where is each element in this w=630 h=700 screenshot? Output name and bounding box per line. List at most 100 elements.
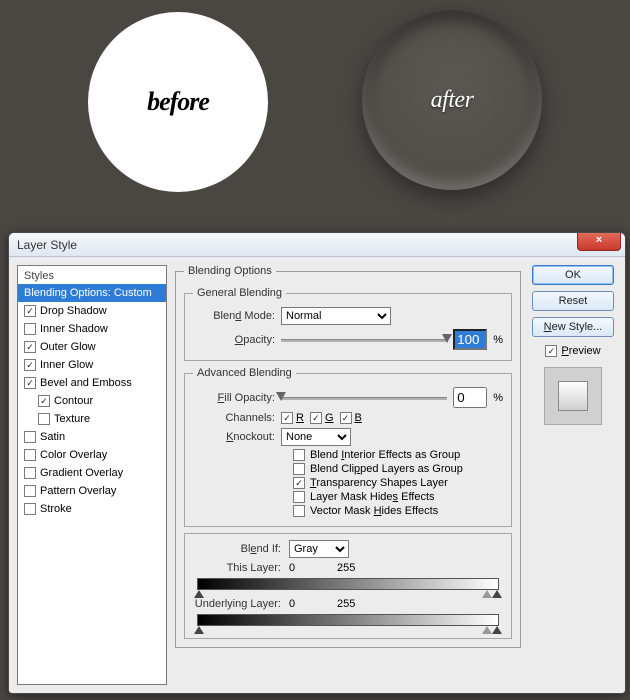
titlebar[interactable]: Layer Style × (9, 233, 625, 257)
styles-item-label: Inner Shadow (40, 323, 108, 335)
opacity-label: Opacity: (193, 334, 275, 346)
checkbox[interactable] (24, 485, 36, 497)
before-circle: before (88, 12, 268, 192)
this-layer-label: This Layer: (191, 562, 281, 574)
underlying-label: Underlying Layer: (191, 598, 281, 610)
blend-stop[interactable] (482, 626, 492, 634)
fill-opacity-input[interactable] (453, 387, 487, 408)
advanced-blending-group: Advanced Blending Fill Opacity: % Channe… (184, 367, 512, 527)
before-label: before (147, 87, 209, 117)
styles-item-blending-options[interactable]: Blending Options: Custom (18, 284, 166, 302)
blend-mode-label: Blend Mode: (193, 310, 275, 322)
channel-b-checkbox[interactable] (340, 412, 352, 424)
checkbox[interactable] (24, 305, 36, 317)
styles-item-label: Pattern Overlay (40, 485, 116, 497)
blend-clipped-label: Blend Clipped Layers as Group (310, 463, 463, 475)
checkbox[interactable] (24, 449, 36, 461)
blend-stop[interactable] (492, 590, 502, 598)
blend-if-label: Blend If: (191, 543, 281, 555)
slider-thumb[interactable] (276, 392, 286, 401)
styles-item-bevel-emboss[interactable]: Bevel and Emboss (18, 374, 166, 392)
styles-item-label: Outer Glow (40, 341, 96, 353)
blend-stop[interactable] (194, 590, 204, 598)
underlying-max: 255 (337, 598, 355, 610)
styles-item-label: Inner Glow (40, 359, 93, 371)
checkbox[interactable] (38, 395, 50, 407)
styles-item-inner-glow[interactable]: Inner Glow (18, 356, 166, 374)
blending-options-legend: Blending Options (184, 265, 276, 277)
channel-r-checkbox[interactable] (281, 412, 293, 424)
new-style-button[interactable]: New Style... (532, 317, 614, 337)
styles-item-inner-shadow[interactable]: Inner Shadow (18, 320, 166, 338)
styles-item-label: Contour (54, 395, 93, 407)
styles-item-pattern-overlay[interactable]: Pattern Overlay (18, 482, 166, 500)
styles-item-gradient-overlay[interactable]: Gradient Overlay (18, 464, 166, 482)
blend-mode-select[interactable]: Normal (281, 307, 391, 325)
styles-item-drop-shadow[interactable]: Drop Shadow (18, 302, 166, 320)
blend-if-group: Blend If: Gray This Layer: 0 255 Un (184, 533, 512, 639)
ok-button[interactable]: OK (532, 265, 614, 285)
styles-item-label: Satin (40, 431, 65, 443)
checkbox[interactable] (24, 467, 36, 479)
checkbox[interactable] (24, 341, 36, 353)
general-blending-legend: General Blending (193, 287, 286, 299)
checkbox[interactable] (24, 431, 36, 443)
styles-item-satin[interactable]: Satin (18, 428, 166, 446)
channels-label: Channels: (193, 412, 275, 424)
vector-mask-hides-label: Vector Mask Hides Effects (310, 505, 438, 517)
styles-item-color-overlay[interactable]: Color Overlay (18, 446, 166, 464)
advanced-blending-legend: Advanced Blending (193, 367, 296, 379)
after-label: after (431, 87, 474, 114)
transparency-shapes-label: Transparency Shapes Layer (310, 477, 448, 489)
underlying-track[interactable] (197, 614, 499, 626)
styles-item-label: Blending Options: Custom (24, 287, 152, 299)
general-blending-group: General Blending Blend Mode: Normal Opac… (184, 287, 512, 361)
preview-checkbox[interactable] (545, 345, 557, 357)
styles-item-label: Color Overlay (40, 449, 107, 461)
blend-interior-label: Blend Interior Effects as Group (310, 449, 460, 461)
close-button[interactable]: × (577, 233, 621, 251)
transparency-shapes-checkbox[interactable] (293, 477, 305, 489)
after-circle: after (362, 10, 542, 190)
knockout-label: Knockout: (193, 431, 275, 443)
blending-options-group: Blending Options General Blending Blend … (175, 265, 521, 648)
checkbox[interactable] (24, 377, 36, 389)
styles-item-texture[interactable]: Texture (18, 410, 166, 428)
dialog-title: Layer Style (17, 238, 77, 252)
checkbox[interactable] (38, 413, 50, 425)
blend-interior-checkbox[interactable] (293, 449, 305, 461)
styles-item-label: Stroke (40, 503, 72, 515)
opacity-slider[interactable] (281, 333, 447, 347)
checkbox[interactable] (24, 503, 36, 515)
this-layer-max: 255 (337, 562, 355, 574)
styles-panel: Styles Blending Options: Custom Drop Sha… (17, 265, 167, 685)
checkbox[interactable] (24, 323, 36, 335)
channel-g-label: G (325, 412, 334, 424)
styles-header[interactable]: Styles (18, 266, 166, 284)
channel-g-checkbox[interactable] (310, 412, 322, 424)
styles-item-stroke[interactable]: Stroke (18, 500, 166, 518)
layer-style-dialog: Layer Style × Styles Blending Options: C… (8, 232, 626, 694)
opacity-input[interactable] (453, 329, 487, 350)
this-layer-track[interactable] (197, 578, 499, 590)
blend-stop[interactable] (194, 626, 204, 634)
styles-item-outer-glow[interactable]: Outer Glow (18, 338, 166, 356)
blend-stop[interactable] (482, 590, 492, 598)
knockout-select[interactable]: None (281, 428, 351, 446)
slider-thumb[interactable] (442, 334, 452, 343)
styles-item-label: Texture (54, 413, 90, 425)
pct-label: % (493, 392, 503, 404)
blend-if-select[interactable]: Gray (289, 540, 349, 558)
layer-mask-hides-checkbox[interactable] (293, 491, 305, 503)
blend-clipped-checkbox[interactable] (293, 463, 305, 475)
reset-button[interactable]: Reset (532, 291, 614, 311)
channel-r-label: R (296, 412, 304, 424)
blend-stop[interactable] (492, 626, 502, 634)
fill-opacity-slider[interactable] (281, 391, 447, 405)
styles-item-contour[interactable]: Contour (18, 392, 166, 410)
vector-mask-hides-checkbox[interactable] (293, 505, 305, 517)
preview-swatch-frame (544, 367, 602, 425)
checkbox[interactable] (24, 359, 36, 371)
preview-label: Preview (561, 345, 600, 357)
styles-item-label: Bevel and Emboss (40, 377, 132, 389)
